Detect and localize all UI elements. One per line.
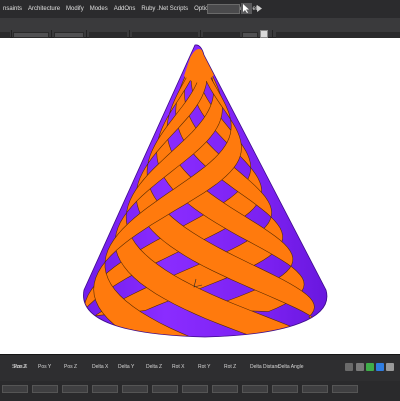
status-label: Rot X: [172, 364, 185, 370]
status-label: Delta Distanc: [250, 364, 280, 370]
status-bar: Size Z Pos X Pos Y Pos Z Delta X Delta Y Delta…: [0, 354, 400, 401]
value-field[interactable]: [32, 385, 58, 393]
value-field[interactable]: [302, 385, 328, 393]
menu-item[interactable]: AddOns: [111, 0, 139, 18]
value-field[interactable]: [122, 385, 148, 393]
spiral-stripes: [83, 49, 323, 338]
status-label: Delta Z: [146, 364, 163, 370]
value-field[interactable]: [332, 385, 358, 393]
status-label: Pos Y: [38, 364, 52, 370]
value-field[interactable]: [212, 385, 238, 393]
status-label: Pos X: [14, 364, 28, 370]
select-arrow-icon[interactable]: [254, 3, 265, 14]
menu-item[interactable]: Modify: [63, 0, 87, 18]
status-label: Rot Z: [224, 364, 237, 370]
ortho-icon[interactable]: [366, 363, 374, 371]
snap-icon[interactable]: [345, 363, 353, 371]
menu-item[interactable]: Ruby .Net Scripts: [138, 0, 191, 18]
layer-manager-icon[interactable]: [260, 30, 268, 38]
value-field[interactable]: [2, 385, 28, 393]
value-field[interactable]: [182, 385, 208, 393]
menu-item[interactable]: Modes: [87, 0, 111, 18]
menu-item[interactable]: Architecture: [25, 0, 63, 18]
command-search-input[interactable]: [207, 4, 240, 14]
status-label: Rot Y: [198, 364, 211, 370]
status-label: Pos Z: [64, 364, 78, 370]
value-field[interactable]: [62, 385, 88, 393]
toolbar: [0, 18, 400, 40]
polar-icon[interactable]: [386, 363, 394, 371]
3d-viewport[interactable]: [0, 38, 400, 354]
value-field[interactable]: [152, 385, 178, 393]
osnap-icon[interactable]: [376, 363, 384, 371]
status-label: Delta Y: [118, 364, 135, 370]
cone-model[interactable]: [0, 38, 400, 354]
value-field[interactable]: [92, 385, 118, 393]
status-label: Delta X: [92, 364, 109, 370]
cursor-icon[interactable]: [241, 3, 252, 14]
grid-icon[interactable]: [356, 363, 364, 371]
status-values-row: [0, 381, 400, 401]
menu-bar: nsaints Architecture Modify Modes AddOns Ruby…: [0, 0, 400, 19]
status-label: Delta Angle: [278, 364, 304, 370]
value-field[interactable]: [272, 385, 298, 393]
menu-item[interactable]: nsaints: [0, 0, 25, 18]
value-field[interactable]: [242, 385, 268, 393]
